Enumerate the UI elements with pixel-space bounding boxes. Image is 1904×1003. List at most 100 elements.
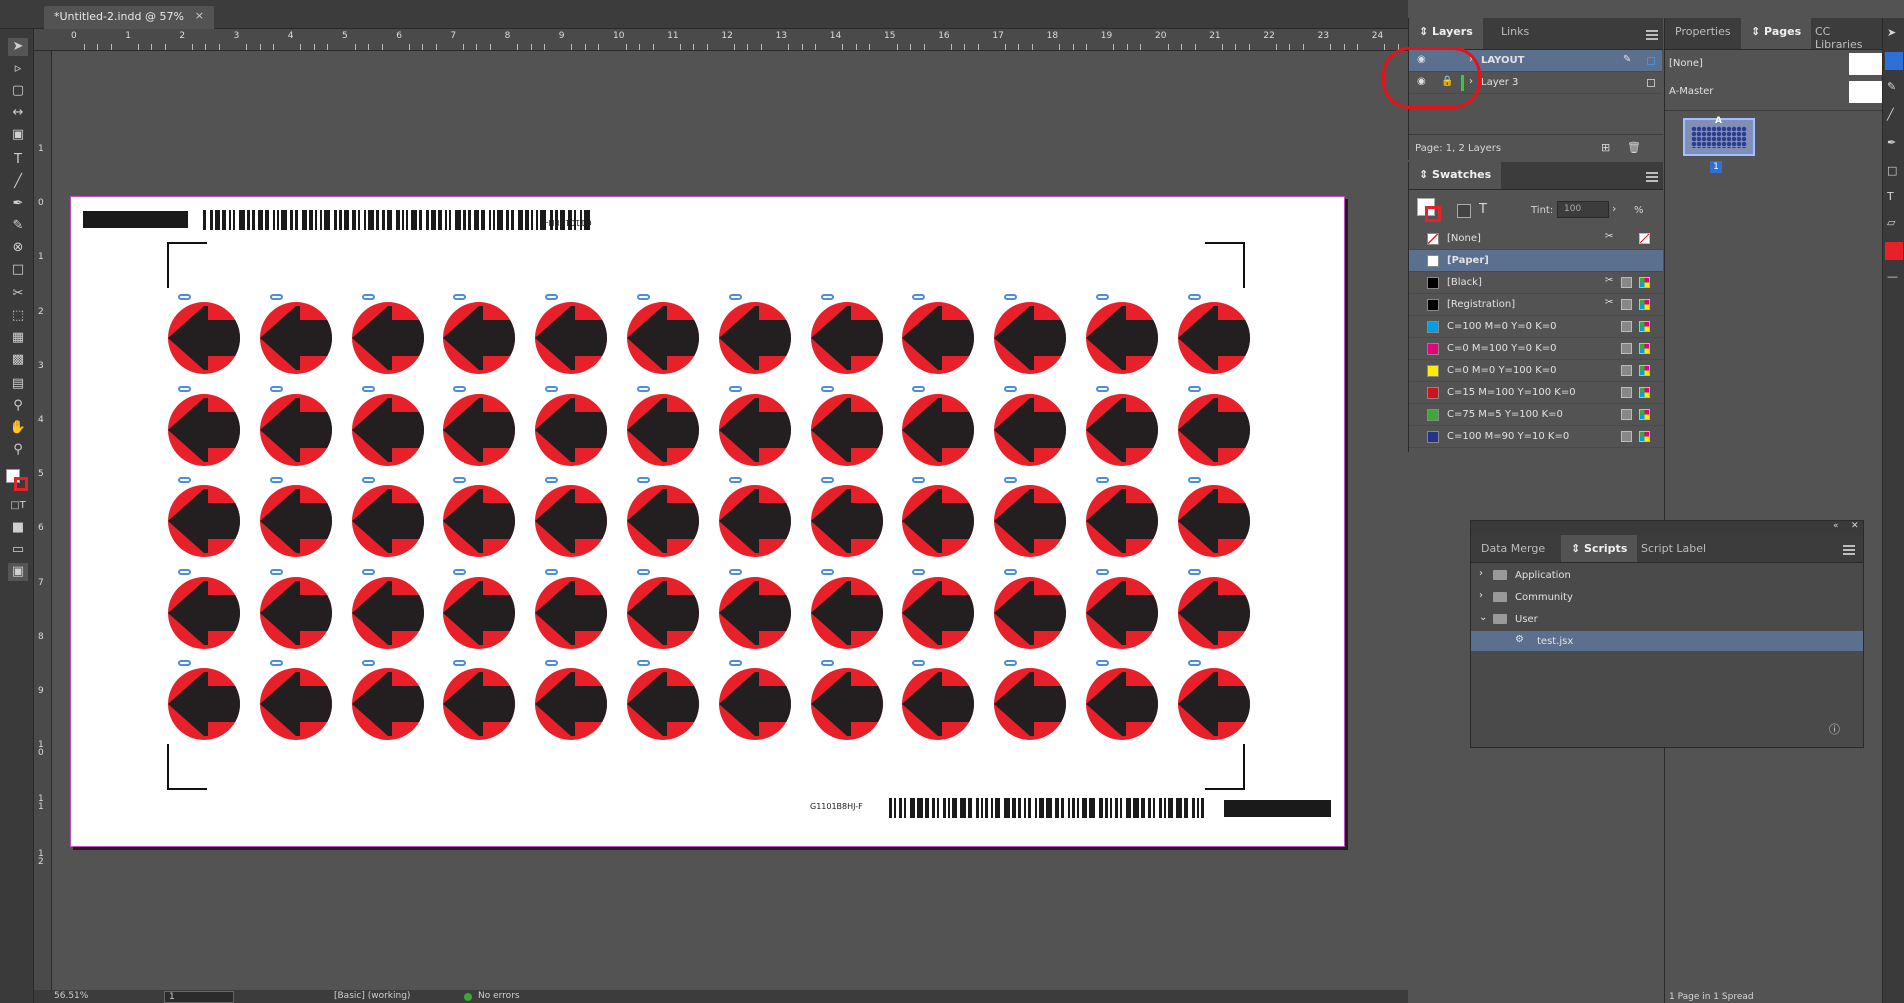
arrow-disc-graphic[interactable]: [627, 668, 699, 740]
link-icon[interactable]: [545, 568, 559, 575]
swatch-row[interactable]: C=100 M=0 Y=0 K=0: [1409, 316, 1663, 338]
tab-pages[interactable]: ⇕ Pages: [1741, 18, 1812, 49]
link-icon[interactable]: [1096, 385, 1109, 392]
arrow-disc-graphic[interactable]: [259, 576, 332, 649]
stroke-icon[interactable]: —: [1887, 270, 1898, 283]
arrow-disc-graphic[interactable]: [535, 393, 608, 466]
arrow-disc-graphic[interactable]: [810, 485, 883, 557]
link-icon[interactable]: [1004, 294, 1018, 300]
arrow-disc-graphic[interactable]: [810, 393, 883, 466]
link-icon[interactable]: [453, 385, 467, 392]
arrow-disc-graphic[interactable]: [902, 393, 975, 466]
tab-scripts[interactable]: ⇕ Scripts: [1561, 535, 1638, 562]
link-icon[interactable]: [361, 568, 375, 575]
pencil-tool-icon[interactable]: ✎: [8, 217, 28, 235]
link-icon[interactable]: [912, 568, 926, 575]
delete-layer-icon[interactable]: 🗑: [1627, 141, 1641, 154]
link-icon[interactable]: [637, 568, 650, 575]
link-icon[interactable]: [1187, 660, 1201, 666]
tab-properties[interactable]: Properties: [1665, 18, 1741, 49]
eraser-icon[interactable]: ▱: [1887, 216, 1895, 229]
selection-tool-icon[interactable]: ➤: [8, 38, 28, 56]
document-page[interactable]: G1101B8H-F G1101B8HJ-F: [70, 196, 1345, 847]
page-number-field[interactable]: 1: [164, 991, 234, 1003]
arrow-disc-graphic[interactable]: [1086, 302, 1158, 374]
arrow-disc-graphic[interactable]: [810, 576, 883, 649]
arrow-disc-graphic[interactable]: [627, 393, 699, 466]
page-number-label[interactable]: 1: [1710, 161, 1722, 173]
arrow-disc-graphic[interactable]: [168, 668, 240, 740]
link-icon[interactable]: [545, 660, 559, 666]
arrow-disc-graphic[interactable]: [902, 485, 975, 557]
arrow-disc-graphic[interactable]: [994, 393, 1067, 466]
script-item[interactable]: ⚙ test.jsx: [1471, 631, 1863, 652]
link-icon[interactable]: [728, 477, 742, 483]
link-icon[interactable]: [269, 385, 283, 392]
arrow-disc-graphic[interactable]: [718, 668, 791, 740]
free-transform-tool-icon[interactable]: ⬚: [8, 307, 28, 325]
scissors-tool-icon[interactable]: ✂: [8, 285, 28, 303]
link-icon[interactable]: [269, 660, 283, 666]
type-icon[interactable]: T: [1887, 190, 1894, 203]
link-icon[interactable]: [453, 660, 467, 666]
link-icon[interactable]: [1004, 660, 1018, 666]
script-folder[interactable]: ⌄ User: [1471, 609, 1863, 630]
link-icon[interactable]: [269, 568, 283, 575]
tab-script-label[interactable]: Script Label: [1631, 535, 1716, 562]
rectangle-tool-icon[interactable]: □: [8, 261, 28, 279]
arrow-disc-graphic[interactable]: [443, 302, 516, 374]
arrow-disc-graphic[interactable]: [627, 576, 699, 649]
swatch-row[interactable]: C=75 M=5 Y=100 K=0: [1409, 404, 1663, 426]
gap-tool-icon[interactable]: ↔: [8, 104, 28, 122]
arrow-disc-graphic[interactable]: [168, 302, 240, 374]
pen-tool-icon[interactable]: ✒: [8, 195, 28, 213]
panel-menu-icon[interactable]: [1646, 172, 1658, 182]
zoom-level[interactable]: 56.51%: [54, 991, 88, 1001]
type-tool-icon[interactable]: T: [8, 151, 28, 169]
arrow-disc-graphic[interactable]: [535, 485, 608, 557]
arrow-disc-graphic[interactable]: [627, 302, 699, 374]
link-icon[interactable]: [361, 660, 375, 666]
link-icon[interactable]: [637, 660, 650, 666]
expand-chevron-icon[interactable]: ⌄: [1479, 612, 1487, 623]
arrow-disc-graphic[interactable]: [351, 485, 424, 557]
arrow-disc-graphic[interactable]: [718, 393, 791, 466]
screen-mode-icon[interactable]: ▣: [8, 563, 28, 581]
new-layer-icon[interactable]: ⊞: [1601, 141, 1610, 154]
tint-arrow-icon[interactable]: ›: [1612, 202, 1616, 215]
arrow-disc-graphic[interactable]: [168, 485, 240, 557]
master-thumbnail[interactable]: [1849, 81, 1883, 103]
arrow-disc-graphic[interactable]: [718, 576, 791, 649]
master-name[interactable]: A-Master: [1669, 86, 1713, 97]
link-icon[interactable]: [1187, 294, 1201, 300]
layer-name[interactable]: LAYOUT: [1481, 55, 1524, 66]
link-icon[interactable]: [1096, 477, 1109, 483]
zoom-tool-icon[interactable]: ⚲: [8, 441, 28, 459]
arrow-disc-graphic[interactable]: [259, 668, 332, 740]
link-icon[interactable]: [820, 568, 834, 575]
script-folder[interactable]: › Application: [1471, 565, 1863, 586]
note-tool-icon[interactable]: ▤: [8, 375, 28, 393]
link-icon[interactable]: [728, 660, 742, 666]
arrow-disc-graphic[interactable]: [168, 393, 240, 466]
link-icon[interactable]: [361, 294, 375, 300]
master-row[interactable]: [None]: [1665, 50, 1883, 78]
arrow-disc-graphic[interactable]: [994, 576, 1067, 649]
link-icon[interactable]: [912, 385, 926, 392]
master-name[interactable]: [None]: [1669, 58, 1703, 69]
link-icon[interactable]: [1096, 294, 1109, 300]
panel-menu-icon[interactable]: [1646, 30, 1658, 40]
link-icon[interactable]: [545, 477, 559, 483]
arrow-disc-graphic[interactable]: [1086, 485, 1158, 557]
preflight-text[interactable]: No errors: [478, 991, 520, 1001]
link-icon[interactable]: [637, 477, 650, 483]
arrow-disc-graphic[interactable]: [351, 393, 424, 466]
close-panel-icon[interactable]: ✕: [1851, 521, 1859, 531]
link-icon[interactable]: [1004, 568, 1018, 575]
tab-layers[interactable]: ⇕ Layers: [1409, 18, 1483, 49]
link-icon[interactable]: [728, 294, 742, 300]
link-icon[interactable]: [178, 660, 191, 666]
swatch-row[interactable]: [None] ✂: [1409, 228, 1663, 250]
link-icon[interactable]: [637, 385, 650, 392]
rectangle-icon[interactable]: □: [1887, 164, 1897, 177]
